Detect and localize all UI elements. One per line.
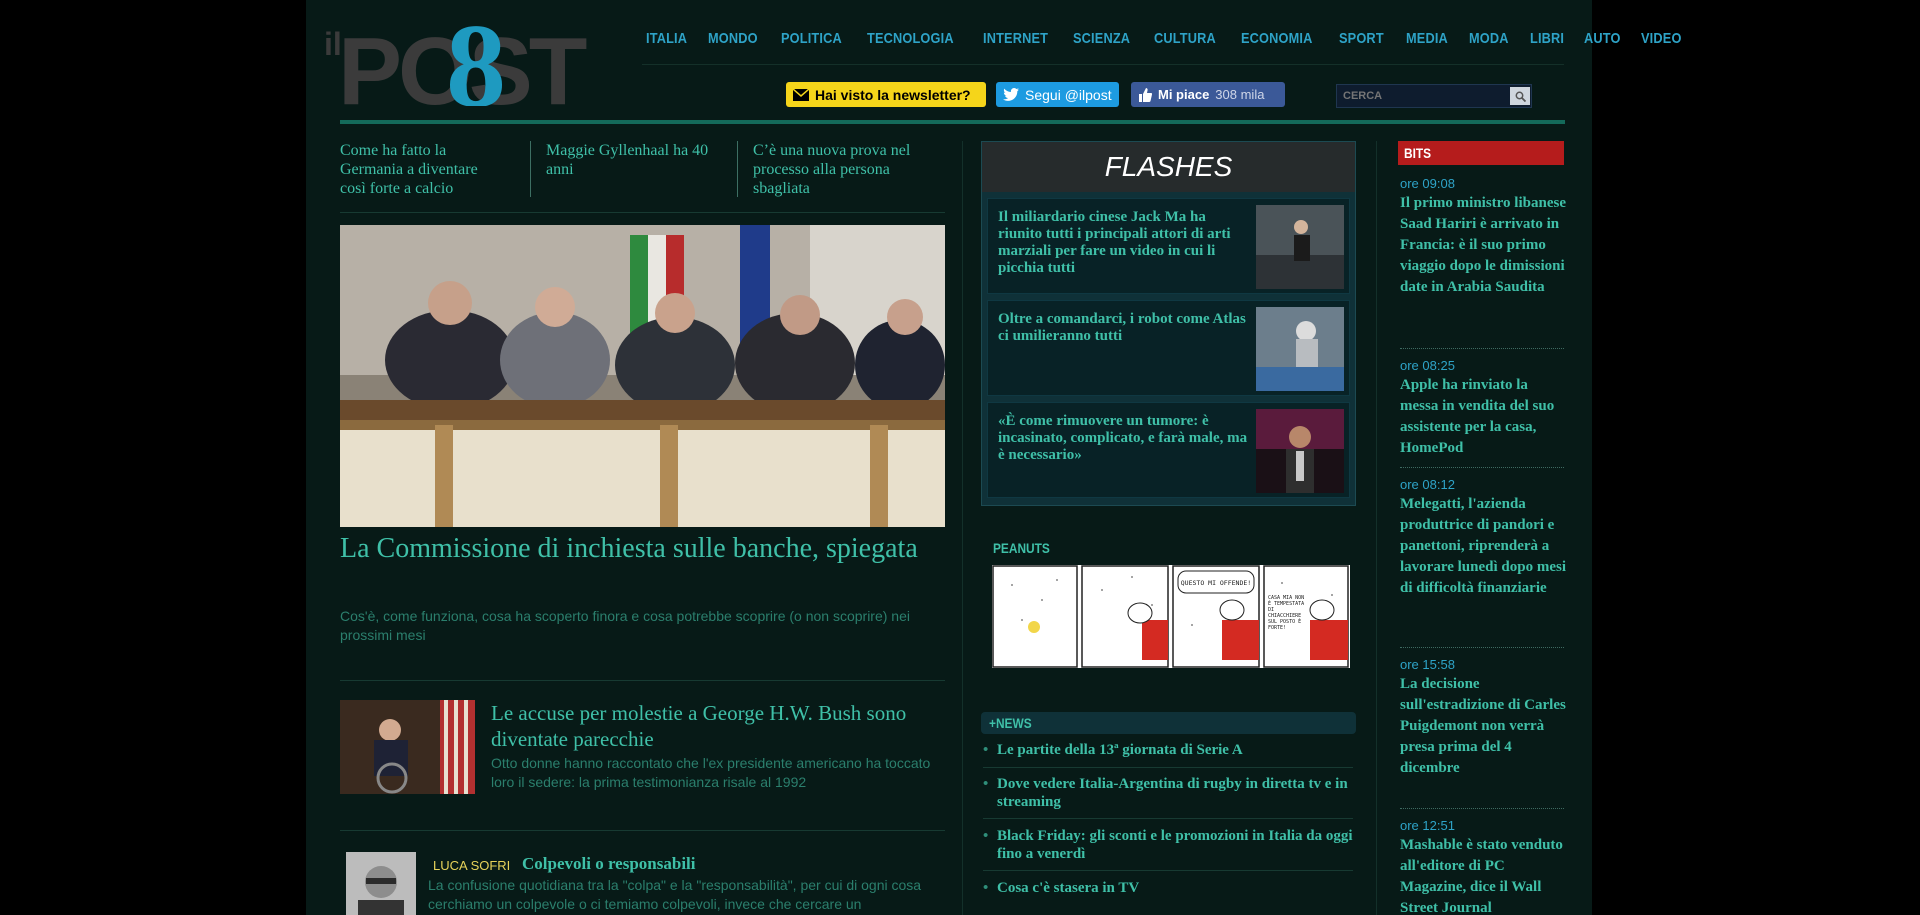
peanuts-bubble-text: QUESTO MI OFFENDE!	[1181, 579, 1251, 587]
newsletter-label: Hai visto la newsletter?	[815, 86, 971, 103]
top-link-processo[interactable]: C’è una nuova prova nel processo alla pe…	[753, 141, 943, 198]
nav-video[interactable]: VIDEO	[1641, 30, 1682, 47]
like-label: Mi piace	[1158, 87, 1210, 102]
top-link-divider	[530, 141, 531, 197]
nav-italia[interactable]: ITALIA	[646, 30, 687, 47]
nav-libri[interactable]: LIBRI	[1530, 30, 1564, 47]
news-rule	[983, 767, 1353, 768]
hero-image[interactable]	[340, 225, 945, 527]
bit-headline[interactable]: Il primo ministro libanese Saad Hariri è…	[1400, 193, 1566, 298]
bit-time: ore 08:25	[1400, 358, 1455, 373]
nav-tecnologia[interactable]: TECNOLOGIA	[867, 30, 954, 47]
flash-title: Oltre a comandarci, i robot come Atlas c…	[998, 311, 1246, 344]
news-item[interactable]: • Le partite della 13ª giornata di Serie …	[983, 741, 1353, 759]
bit-time: ore 12:51	[1400, 818, 1455, 833]
bit-rule	[1400, 808, 1564, 809]
hero-summary: Cos'è, come funziona, cosa ha scoperto f…	[340, 608, 910, 643]
top-link-gyllenhaal[interactable]: Maggie Gyllenhaal ha 40 anni	[546, 141, 731, 179]
news-header: +NEWS	[981, 712, 1356, 734]
nav-sport[interactable]: SPORT	[1339, 30, 1384, 47]
nav-scienza[interactable]: SCIENZA	[1073, 30, 1130, 47]
flash-thumbnail	[1256, 205, 1344, 289]
bush-story-image[interactable]	[340, 700, 475, 794]
bits-label: BITS	[1404, 145, 1432, 161]
peanuts-label: PEANUTS	[993, 540, 1050, 556]
column-divider	[962, 141, 963, 915]
top-link-divider	[737, 141, 738, 197]
bit-rule	[1400, 467, 1564, 468]
bits-header: BITS	[1398, 141, 1564, 165]
news-rule	[983, 818, 1353, 819]
facebook-like-button[interactable]: Mi piace 308 mila	[1131, 82, 1285, 107]
bit-rule	[1400, 348, 1564, 349]
flash-thumbnail	[1256, 307, 1344, 391]
peanuts-comic[interactable]: QUESTO MI OFFENDE! CASA MIA NON È TEMPES…	[992, 565, 1350, 668]
nav-divider	[642, 64, 1564, 65]
flashes-label: FLASHES	[1104, 151, 1233, 182]
nav-auto[interactable]: AUTO	[1584, 30, 1621, 47]
section-rule	[340, 680, 945, 681]
like-count: 308 mila	[1215, 87, 1265, 102]
nav-moda[interactable]: MODA	[1469, 30, 1509, 47]
author-name[interactable]: LUCA SOFRI	[433, 858, 510, 873]
top-link-germania[interactable]: Come ha fatto la Germania a diventare co…	[340, 141, 505, 198]
site-logo[interactable]: il POST 8	[318, 0, 608, 132]
column-divider	[1376, 141, 1377, 915]
bit-time: ore 09:08	[1400, 176, 1455, 191]
bush-story-headline[interactable]: Le accuse per molestie a George H.W. Bus…	[491, 700, 941, 752]
flashes-box: FLASHES Il miliardario cinese Jack Ma ha…	[981, 141, 1356, 506]
search-input[interactable]	[1337, 85, 1513, 107]
bit-time: ore 15:58	[1400, 657, 1455, 672]
flash-item[interactable]: «È come rimuovere un tumore: è incasinat…	[987, 402, 1350, 498]
twitter-label: Segui @ilpost	[1025, 86, 1112, 103]
flash-title: Il miliardario cinese Jack Ma ha riunito…	[998, 209, 1231, 276]
news-item-text: Cosa c'è stasera in TV	[997, 880, 1140, 896]
news-item-text: Dove vedere Italia-Argentina di rugby in…	[997, 776, 1348, 810]
sofri-story-headline[interactable]: Colpevoli o responsabili	[522, 854, 696, 874]
page: il POST 8 ITALIA MONDO POLITICA TECNOLOG…	[306, 0, 1682, 915]
bit-time: ore 08:12	[1400, 477, 1455, 492]
thumbs-up-icon	[1139, 87, 1152, 102]
bit-headline[interactable]: Mashable è stato venduto all'editore di …	[1400, 835, 1566, 915]
envelope-icon	[793, 88, 809, 101]
bit-headline[interactable]: Apple ha rinviato la messa in vendita de…	[1400, 375, 1566, 459]
hero-headline[interactable]: La Commissione di inchiesta sulle banche…	[340, 532, 940, 566]
news-item[interactable]: • Cosa c'è stasera in TV	[983, 879, 1353, 897]
nav-media[interactable]: MEDIA	[1406, 30, 1448, 47]
news-item-text: Black Friday: gli sconti e le promozioni…	[997, 828, 1353, 862]
newsletter-button[interactable]: Hai visto la newsletter?	[786, 82, 986, 107]
main-nav: ITALIA MONDO POLITICA TECNOLOGIA INTERNE…	[646, 30, 1703, 47]
author-avatar[interactable]	[346, 852, 416, 915]
bit-headline[interactable]: La decisione sull'estradizione di Carles…	[1400, 674, 1566, 779]
section-rule	[340, 212, 945, 213]
bush-story-summary: Otto donne hanno raccontato che l'ex pre…	[491, 755, 931, 790]
bit-headline[interactable]: Melegatti, l'azienda produttrice di pand…	[1400, 494, 1566, 599]
svg-text:8: 8	[446, 6, 506, 106]
news-label: +NEWS	[989, 715, 1032, 731]
twitter-follow-button[interactable]: Segui @ilpost	[996, 82, 1119, 107]
flash-item[interactable]: Oltre a comandarci, i robot come Atlas c…	[987, 300, 1350, 396]
search-box	[1336, 84, 1532, 108]
nav-politica[interactable]: POLITICA	[781, 30, 842, 47]
news-item-text: Le partite della 13ª giornata di Serie A	[997, 742, 1243, 758]
twitter-bird-icon	[1003, 88, 1019, 101]
flash-item[interactable]: Il miliardario cinese Jack Ma ha riunito…	[987, 198, 1350, 294]
news-rule	[983, 870, 1353, 871]
nav-cultura[interactable]: CULTURA	[1154, 30, 1216, 47]
peanuts-bubble-text: CASA MIA NON È TEMPESTATA DI CHIACCHIERE…	[1268, 595, 1305, 631]
flash-title: «È come rimuovere un tumore: è incasinat…	[998, 413, 1248, 463]
header-rule	[340, 120, 1565, 124]
flashes-header: FLASHES	[982, 142, 1355, 192]
section-rule	[340, 830, 945, 831]
news-item[interactable]: • Dove vedere Italia-Argentina di rugby i…	[983, 775, 1353, 811]
bit-rule	[1400, 647, 1564, 648]
search-button[interactable]	[1510, 87, 1530, 105]
sofri-story-summary: La confusione quotidiana tra la "colpa" …	[428, 877, 922, 912]
nav-mondo[interactable]: MONDO	[708, 30, 758, 47]
flash-thumbnail	[1256, 409, 1344, 493]
news-item[interactable]: • Black Friday: gli sconti e le promozion…	[983, 827, 1353, 863]
nav-economia[interactable]: ECONOMIA	[1241, 30, 1312, 47]
search-icon	[1515, 91, 1526, 102]
nav-internet[interactable]: INTERNET	[983, 30, 1048, 47]
